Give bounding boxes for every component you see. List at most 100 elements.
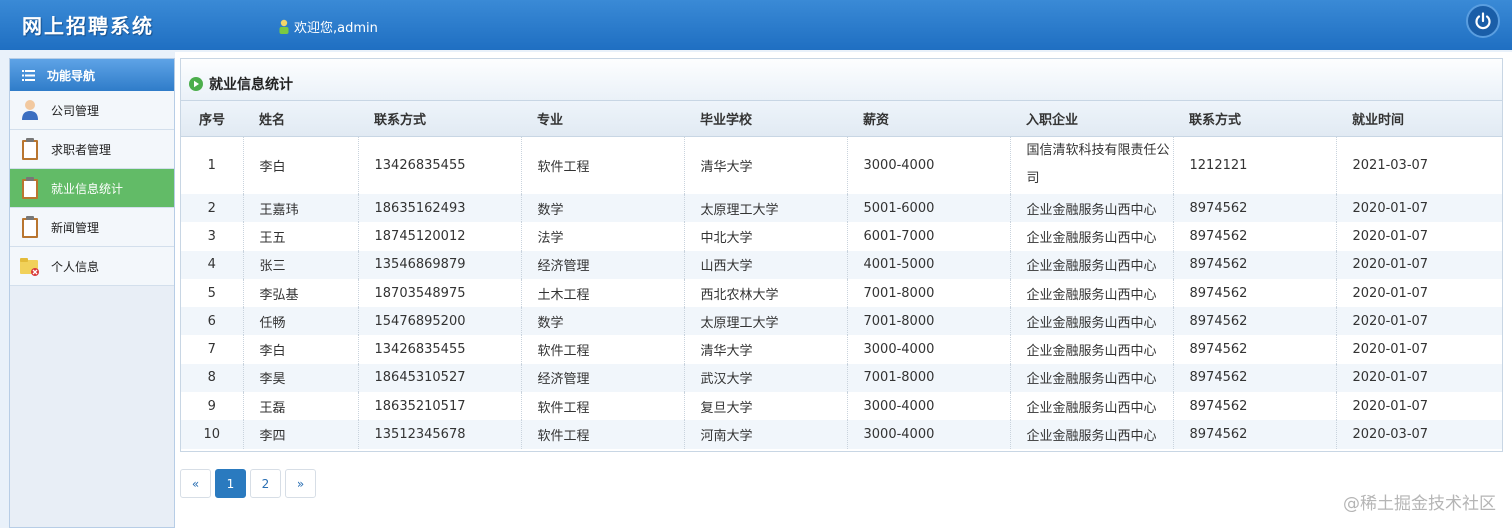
nav-title: 功能导航 bbox=[47, 68, 96, 83]
sidebar-item-label: 就业信息统计 bbox=[51, 181, 124, 196]
table-cell: 8 bbox=[207, 370, 216, 386]
table-cell: 4001-5000 bbox=[846, 250, 1010, 279]
sidebar-item-company[interactable]: 公司管理 bbox=[10, 91, 174, 130]
table-cell: 李昊 bbox=[242, 363, 358, 393]
table-cell: 8974562 bbox=[1172, 420, 1336, 449]
sidebar-item-jobseekers[interactable]: 求职者管理 bbox=[10, 130, 174, 169]
column-header[interactable]: 入职企业 bbox=[1010, 101, 1173, 137]
table-row: 5 李弘基 18703548975 土木工程 西北农林大学 7001-8000 企业金融服务… bbox=[181, 278, 1502, 308]
table-cell: 13426835455 bbox=[357, 335, 521, 364]
table-cell: 2020-01-07 bbox=[1335, 278, 1502, 308]
table-cell: 李四 bbox=[242, 420, 358, 449]
nav-header: 功能导航 bbox=[10, 59, 174, 91]
table-cell: 18703548975 bbox=[357, 278, 521, 308]
user-icon bbox=[279, 19, 289, 34]
table-cell: 2020-03-07 bbox=[1335, 420, 1502, 449]
table-cell: 河南大学 bbox=[683, 420, 847, 449]
sidebar-item-employment-stats[interactable]: 就业信息统计 bbox=[10, 169, 174, 208]
list-icon bbox=[22, 69, 35, 81]
sidebar-item-news[interactable]: 新闻管理 bbox=[10, 208, 174, 247]
table-cell: 数学 bbox=[520, 194, 684, 223]
table-cell: 15476895200 bbox=[357, 307, 521, 336]
table-cell: 1 bbox=[207, 157, 216, 173]
watermark: @稀土掘金技术社区 bbox=[1343, 494, 1496, 514]
table-cell: 经济管理 bbox=[520, 250, 684, 279]
column-header[interactable]: 联系方式 bbox=[1173, 101, 1336, 137]
table-cell: 2020-01-07 bbox=[1335, 194, 1502, 223]
table-cell: 太原理工大学 bbox=[683, 307, 847, 336]
table-row: 8 李昊 18645310527 经济管理 武汉大学 7001-8000 企业金融服务山西中… bbox=[181, 363, 1502, 393]
table-cell: 6001-7000 bbox=[846, 222, 1010, 251]
table-cell: 李白 bbox=[242, 136, 358, 194]
table-cell: 5 bbox=[207, 285, 216, 301]
table-cell: 8974562 bbox=[1172, 307, 1336, 336]
table-cell: 13546869879 bbox=[357, 250, 521, 279]
column-header[interactable]: 专业 bbox=[521, 101, 684, 137]
table-cell: 任畅 bbox=[242, 307, 358, 336]
logout-button[interactable] bbox=[1466, 4, 1500, 38]
clipboard-icon bbox=[22, 216, 38, 238]
table-cell: 18645310527 bbox=[357, 363, 521, 393]
table-cell: 软件工程 bbox=[520, 392, 684, 421]
table-cell: 7001-8000 bbox=[846, 307, 1010, 336]
clipboard-icon bbox=[22, 138, 38, 160]
app-title: 网上招聘系统 bbox=[22, 14, 154, 38]
table-cell: 企业金融服务山西中心 bbox=[1009, 420, 1173, 449]
table-cell: 王嘉玮 bbox=[242, 194, 358, 223]
table-cell: 企业金融服务山西中心 bbox=[1009, 363, 1173, 393]
table-cell: 3000-4000 bbox=[846, 136, 1010, 194]
table-cell: 7 bbox=[207, 342, 216, 358]
column-header[interactable]: 序号 bbox=[181, 101, 243, 137]
top-header: 网上招聘系统 欢迎您,admin bbox=[0, 0, 1512, 50]
table-cell: 清华大学 bbox=[683, 136, 847, 194]
table-cell: 3000-4000 bbox=[846, 420, 1010, 449]
table-cell: 企业金融服务山西中心 bbox=[1009, 307, 1173, 336]
main-content: 就业信息统计 序号 姓名 联系方式 专业 毕业学校 薪资 入职企业 联系方式 就… bbox=[175, 52, 1512, 528]
table-header-row: 序号 姓名 联系方式 专业 毕业学校 薪资 入职企业 联系方式 就业时间 bbox=[181, 101, 1502, 137]
column-header[interactable]: 联系方式 bbox=[358, 101, 521, 137]
table-cell: 2020-01-07 bbox=[1335, 392, 1502, 421]
table-cell: 武汉大学 bbox=[683, 363, 847, 393]
sidebar-item-label: 新闻管理 bbox=[51, 220, 100, 235]
table-cell: 太原理工大学 bbox=[683, 194, 847, 223]
table-cell: 18635210517 bbox=[357, 392, 521, 421]
page-button-2[interactable]: 2 bbox=[250, 469, 281, 498]
folder-icon bbox=[20, 258, 39, 276]
table-row: 3 王五 18745120012 法学 中北大学 6001-7000 企业金融服务山西中心 8… bbox=[181, 222, 1502, 251]
table-cell: 6 bbox=[207, 313, 216, 329]
table-cell: 8974562 bbox=[1172, 194, 1336, 223]
table-row: 10 李四 13512345678 软件工程 河南大学 3000-4000 企业金融服务山西… bbox=[181, 420, 1502, 449]
table-cell: 清华大学 bbox=[683, 335, 847, 364]
table-cell: 张三 bbox=[242, 250, 358, 279]
sidebar-item-label: 公司管理 bbox=[51, 103, 100, 118]
table-cell: 企业金融服务山西中心 bbox=[1009, 278, 1173, 308]
prev-page-button[interactable]: « bbox=[180, 469, 211, 498]
table-row: 9 王磊 18635210517 软件工程 复旦大学 3000-4000 企业金融服务山西中… bbox=[181, 392, 1502, 421]
table-cell: 8974562 bbox=[1172, 222, 1336, 251]
pagination: « 1 2 » bbox=[180, 469, 316, 498]
table-cell: 经济管理 bbox=[520, 363, 684, 393]
page-button-1[interactable]: 1 bbox=[215, 469, 246, 498]
table-cell: 18635162493 bbox=[357, 194, 521, 223]
table-cell: 王五 bbox=[242, 222, 358, 251]
table-cell: 3 bbox=[207, 228, 216, 244]
column-header[interactable]: 就业时间 bbox=[1336, 101, 1502, 137]
table-cell: 土木工程 bbox=[520, 278, 684, 308]
table-cell: 3000-4000 bbox=[846, 335, 1010, 364]
table-cell: 2020-01-07 bbox=[1335, 250, 1502, 279]
column-header[interactable]: 薪资 bbox=[847, 101, 1010, 137]
table-cell: 西北农林大学 bbox=[683, 278, 847, 308]
sidebar-item-label: 个人信息 bbox=[51, 259, 100, 274]
user-icon bbox=[22, 100, 38, 120]
sidebar-item-profile[interactable]: 个人信息 bbox=[10, 247, 174, 286]
next-page-button[interactable]: » bbox=[285, 469, 316, 498]
table-cell: 企业金融服务山西中心 bbox=[1009, 392, 1173, 421]
table-cell: 7001-8000 bbox=[846, 278, 1010, 308]
table-cell: 8974562 bbox=[1172, 250, 1336, 279]
column-header[interactable]: 姓名 bbox=[243, 101, 358, 137]
employment-table: 序号 姓名 联系方式 专业 毕业学校 薪资 入职企业 联系方式 就业时间 1 李白… bbox=[181, 101, 1502, 449]
table-cell: 软件工程 bbox=[520, 335, 684, 364]
table-cell: 9 bbox=[207, 398, 216, 414]
table-row: 7 李白 13426835455 软件工程 清华大学 3000-4000 企业金融服务山西中… bbox=[181, 335, 1502, 364]
column-header[interactable]: 毕业学校 bbox=[684, 101, 847, 137]
